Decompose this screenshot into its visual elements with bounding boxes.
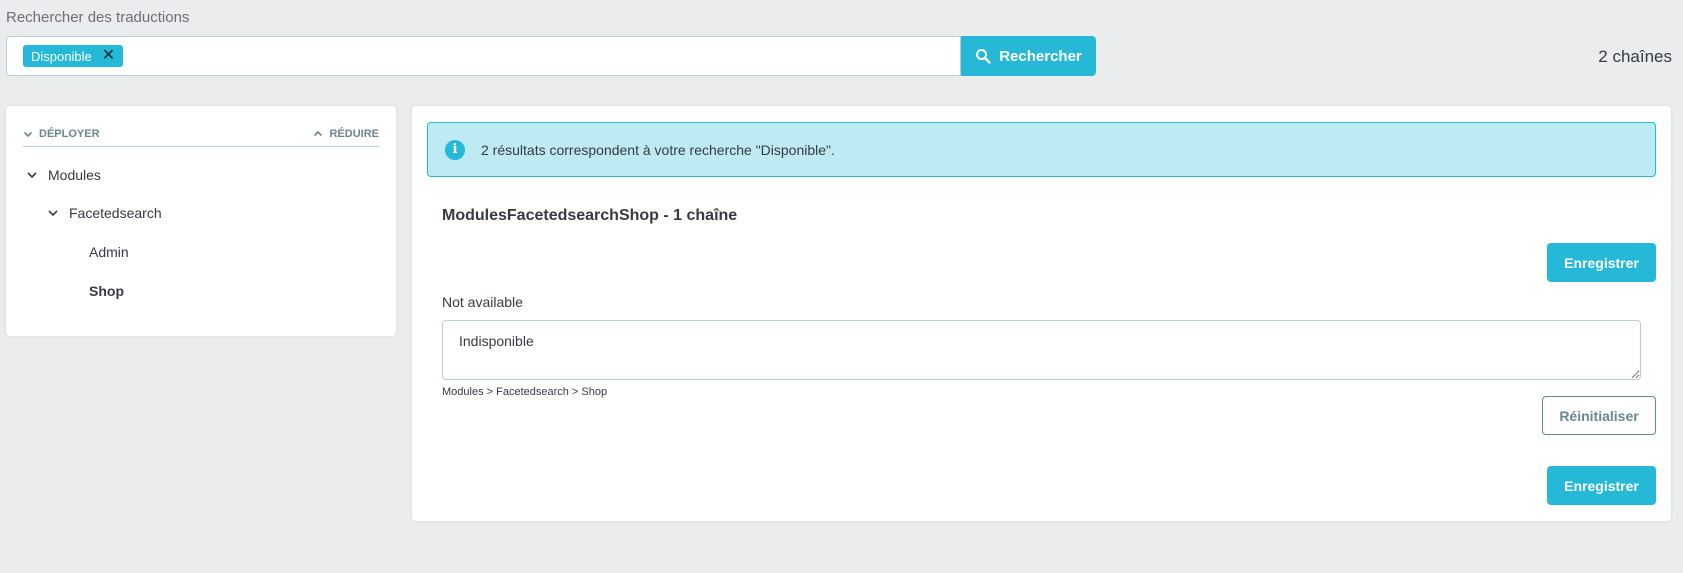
tree-controls: DÉPLOYER RÉDUIRE	[23, 128, 379, 147]
tree-item-label: Facetedsearch	[69, 205, 162, 221]
chevron-down-icon	[48, 210, 58, 217]
search-input[interactable]: Disponible ✕	[6, 36, 961, 76]
chevron-down-icon	[23, 131, 33, 138]
info-icon: i	[445, 139, 465, 160]
translation-field[interactable]: Indisponible	[442, 320, 1641, 380]
collapse-all-button[interactable]: RÉDUIRE	[313, 128, 379, 140]
search-tag-label: Disponible	[31, 48, 92, 64]
tree-item-facetedsearch[interactable]: Facetedsearch	[47, 205, 162, 221]
translation-tree-panel: DÉPLOYER RÉDUIRE Modules Facetedsearch A…	[6, 106, 396, 336]
search-button-label: Rechercher	[999, 47, 1082, 65]
tree-item-modules[interactable]: Modules	[26, 167, 101, 183]
search-label: Rechercher des traductions	[6, 9, 190, 26]
save-button-top[interactable]: Enregistrer	[1547, 243, 1656, 282]
domain-title: ModulesFacetedsearchShop - 1 chaîne	[442, 207, 738, 224]
info-alert: i 2 résultats correspondent à votre rech…	[427, 122, 1656, 177]
save-button-bottom[interactable]: Enregistrer	[1547, 466, 1656, 505]
collapse-all-label: RÉDUIRE	[329, 128, 379, 140]
translation-results-panel: i 2 résultats correspondent à votre rech…	[412, 106, 1671, 521]
translation-breadcrumb: Modules > Facetedsearch > Shop	[442, 386, 608, 398]
source-string: Not available	[442, 294, 523, 310]
tree-item-label: Shop	[89, 283, 124, 299]
chevron-up-icon	[314, 130, 323, 137]
close-icon[interactable]: ✕	[102, 48, 115, 64]
tree-item-label: Modules	[48, 167, 101, 183]
search-tag: Disponible ✕	[23, 45, 124, 67]
reset-button[interactable]: Réinitialiser	[1542, 396, 1656, 435]
search-icon	[976, 49, 991, 64]
tree-item-label: Admin	[89, 244, 129, 260]
result-count: 2 chaînes	[1598, 47, 1672, 66]
chevron-down-icon	[27, 172, 37, 179]
alert-text: 2 résultats correspondent à votre recher…	[481, 141, 835, 158]
search-button[interactable]: Rechercher	[961, 36, 1096, 76]
tree-item-shop[interactable]: Shop	[89, 283, 124, 299]
expand-all-button[interactable]: DÉPLOYER	[23, 128, 100, 140]
expand-all-label: DÉPLOYER	[39, 128, 100, 140]
tree-item-admin[interactable]: Admin	[89, 244, 129, 260]
